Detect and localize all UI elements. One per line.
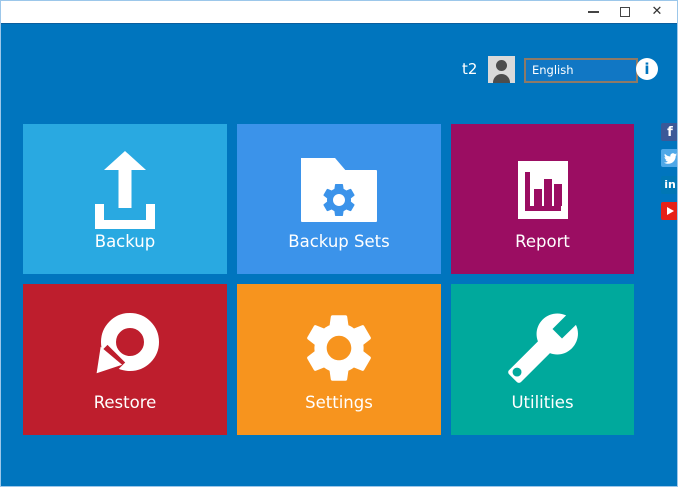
- tile-settings-label: Settings: [237, 393, 441, 412]
- close-button[interactable]: ✕: [646, 2, 668, 22]
- titlebar: ✕: [1, 1, 677, 23]
- tile-restore-label: Restore: [23, 393, 227, 412]
- main-area: t2 English i Backup Backup Sets: [1, 23, 677, 486]
- folder-gear-icon: [301, 158, 377, 222]
- tile-restore[interactable]: Restore: [23, 284, 227, 435]
- tile-backup-sets[interactable]: Backup Sets: [237, 124, 441, 274]
- avatar-torso: [493, 74, 510, 83]
- username-label: t2: [462, 60, 477, 78]
- avatar-head: [496, 60, 507, 71]
- tile-report[interactable]: Report: [451, 124, 634, 274]
- play-icon: [667, 207, 674, 215]
- app-window: ✕ t2 English i Backup Bac: [0, 0, 678, 487]
- language-select[interactable]: English: [524, 58, 638, 83]
- gear-icon: [298, 307, 380, 393]
- maximize-icon: [620, 7, 630, 17]
- bar-chart-icon: [518, 161, 568, 219]
- tile-backup-sets-label: Backup Sets: [237, 232, 441, 251]
- info-icon[interactable]: i: [636, 58, 658, 80]
- tile-utilities[interactable]: Utilities: [451, 284, 634, 435]
- minimize-icon: [588, 11, 599, 13]
- linkedin-icon[interactable]: in: [661, 176, 678, 194]
- youtube-icon[interactable]: [661, 202, 678, 220]
- wrench-icon: [505, 310, 581, 390]
- facebook-icon[interactable]: f: [661, 123, 678, 141]
- gear-cutout-icon: [319, 180, 359, 220]
- twitter-icon[interactable]: [661, 149, 678, 167]
- tile-report-label: Report: [451, 232, 634, 251]
- tile-backup[interactable]: Backup: [23, 124, 227, 274]
- maximize-button[interactable]: [614, 2, 636, 22]
- tile-backup-label: Backup: [23, 232, 227, 251]
- upload-icon: [93, 151, 157, 229]
- minimize-button[interactable]: [582, 2, 604, 22]
- restore-arrow-icon: [87, 313, 163, 387]
- user-avatar-icon[interactable]: [488, 56, 515, 83]
- tile-utilities-label: Utilities: [451, 393, 634, 412]
- tile-settings[interactable]: Settings: [237, 284, 441, 435]
